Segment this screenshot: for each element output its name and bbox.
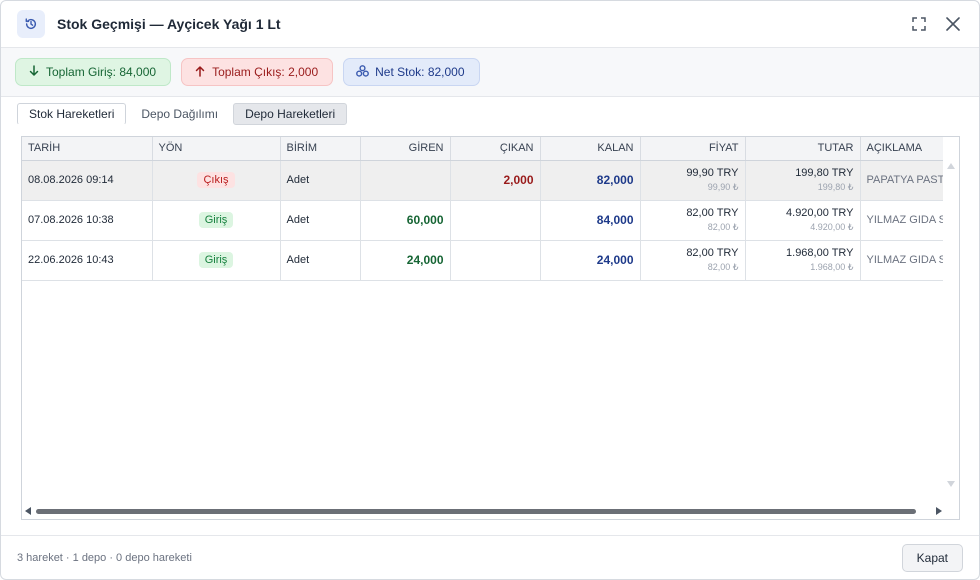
stock-history-dialog: Stok Geçmişi — Ayçicek Yağı 1 Lt Toplam … xyxy=(0,0,980,580)
col-date[interactable]: TARİH xyxy=(22,137,153,161)
close-button[interactable]: Kapat xyxy=(901,543,963,572)
cell-unit: Adet xyxy=(280,160,361,201)
price-value: 82,00 TRY xyxy=(686,207,739,219)
tab-bar: Stok Hareketleri Depo Dağılımı Depo Hare… xyxy=(17,103,348,125)
horizontal-scrollbar[interactable] xyxy=(22,503,944,519)
boxes-icon xyxy=(356,64,370,80)
dialog-title: Stok Geçmişi — Ayçicek Yağı 1 Lt xyxy=(57,16,281,32)
horizontal-scroll-thumb[interactable] xyxy=(36,509,916,514)
vertical-scrollbar[interactable] xyxy=(943,137,959,505)
total-sub: 199,80 ₺ xyxy=(817,182,854,192)
col-out[interactable]: ÇIKAN xyxy=(450,137,541,161)
col-price[interactable]: FİYAT xyxy=(640,137,746,161)
cell-description: YILMAZ GIDA SAN. xyxy=(860,240,944,281)
table-row[interactable]: 22.06.2026 10:43 Giriş Adet 24,000 24,00… xyxy=(22,240,944,281)
tab-warehouse-movements[interactable]: Depo Hareketleri xyxy=(233,103,348,125)
table-row[interactable]: 08.08.2026 09:14 Çıkış Adet 2,000 82,000… xyxy=(22,160,944,201)
price-value: 99,90 TRY xyxy=(686,167,739,179)
cell-total: 199,80 TRY 199,80 ₺ xyxy=(745,160,861,201)
arrow-down-icon xyxy=(28,64,40,80)
direction-badge: Giriş xyxy=(198,252,234,268)
total-value: 199,80 TRY xyxy=(795,167,854,179)
tab-stock-movements[interactable]: Stok Hareketleri xyxy=(17,103,127,125)
cell-total: 4.920,00 TRY 4.920,00 ₺ xyxy=(745,200,861,241)
dialog-footer: 3 hareket · 1 depo · 0 depo hareketi Kap… xyxy=(1,535,979,579)
cell-price: 82,00 TRY 82,00 ₺ xyxy=(640,240,746,281)
scroll-up-icon[interactable] xyxy=(947,163,955,169)
net-stock-text: Net Stok: 82,000 xyxy=(375,65,465,79)
total-in-text: Toplam Giriş: 84,000 xyxy=(46,65,157,79)
cell-description: YILMAZ GIDA SAN. xyxy=(860,200,944,241)
col-in[interactable]: GİREN xyxy=(360,137,451,161)
total-value: 1.968,00 TRY xyxy=(786,247,854,259)
cell-description: PAPATYA PASTANESİ xyxy=(860,160,944,201)
cell-out xyxy=(450,200,541,241)
arrow-up-icon xyxy=(194,65,206,80)
total-sub: 4.920,00 ₺ xyxy=(810,222,854,232)
movements-table: TARİH YÖN BİRİM GİREN ÇIKAN KALAN FİYAT … xyxy=(22,137,944,281)
cell-balance: 24,000 xyxy=(540,240,641,281)
price-sub: 82,00 ₺ xyxy=(707,262,739,272)
scroll-left-icon[interactable] xyxy=(25,507,31,515)
cell-out xyxy=(450,240,541,281)
tab-warehouse-distribution[interactable]: Depo Dağılımı xyxy=(130,103,229,125)
dialog-header: Stok Geçmişi — Ayçicek Yağı 1 Lt xyxy=(1,1,979,48)
cell-date: 22.06.2026 10:43 xyxy=(22,240,153,281)
scroll-down-icon[interactable] xyxy=(947,481,955,487)
total-sub: 1.968,00 ₺ xyxy=(810,262,854,272)
cell-unit: Adet xyxy=(280,200,361,241)
total-value: 4.920,00 TRY xyxy=(786,207,854,219)
cell-balance: 82,000 xyxy=(540,160,641,201)
direction-badge: Çıkış xyxy=(197,172,235,188)
summary-bar: Toplam Giriş: 84,000 Toplam Çıkış: 2,000… xyxy=(1,48,979,97)
cell-date: 07.08.2026 10:38 xyxy=(22,200,153,241)
cell-in: 60,000 xyxy=(360,200,451,241)
cell-balance: 84,000 xyxy=(540,200,641,241)
cell-unit: Adet xyxy=(280,240,361,281)
col-balance[interactable]: KALAN xyxy=(540,137,641,161)
col-description[interactable]: AÇIKLAMA xyxy=(860,137,944,161)
col-unit[interactable]: BİRİM xyxy=(280,137,361,161)
movements-grid: TARİH YÖN BİRİM GİREN ÇIKAN KALAN FİYAT … xyxy=(21,136,960,520)
cell-out: 2,000 xyxy=(450,160,541,201)
price-value: 82,00 TRY xyxy=(686,247,739,259)
price-sub: 82,00 ₺ xyxy=(707,222,739,232)
cell-in xyxy=(360,160,451,201)
direction-badge: Giriş xyxy=(198,212,234,228)
cell-price: 82,00 TRY 82,00 ₺ xyxy=(640,200,746,241)
price-sub: 99,90 ₺ xyxy=(707,182,739,192)
cell-date: 08.08.2026 09:14 xyxy=(22,160,153,201)
close-icon[interactable] xyxy=(943,14,963,34)
total-out-chip: Toplam Çıkış: 2,000 xyxy=(181,58,334,86)
table-header-row: TARİH YÖN BİRİM GİREN ÇIKAN KALAN FİYAT … xyxy=(22,137,944,161)
history-icon xyxy=(17,10,45,38)
cell-in: 24,000 xyxy=(360,240,451,281)
total-out-text: Toplam Çıkış: 2,000 xyxy=(212,65,319,79)
net-stock-chip: Net Stok: 82,000 xyxy=(343,58,480,86)
total-in-chip: Toplam Giriş: 84,000 xyxy=(15,58,172,86)
table-row[interactable]: 07.08.2026 10:38 Giriş Adet 60,000 84,00… xyxy=(22,200,944,241)
scroll-right-icon[interactable] xyxy=(936,507,942,515)
col-total[interactable]: TUTAR xyxy=(745,137,861,161)
maximize-icon[interactable] xyxy=(909,14,929,34)
col-direction[interactable]: YÖN xyxy=(152,137,281,161)
status-text: 3 hareket · 1 depo · 0 depo hareketi xyxy=(17,551,192,564)
cell-total: 1.968,00 TRY 1.968,00 ₺ xyxy=(745,240,861,281)
cell-price: 99,90 TRY 99,90 ₺ xyxy=(640,160,746,201)
